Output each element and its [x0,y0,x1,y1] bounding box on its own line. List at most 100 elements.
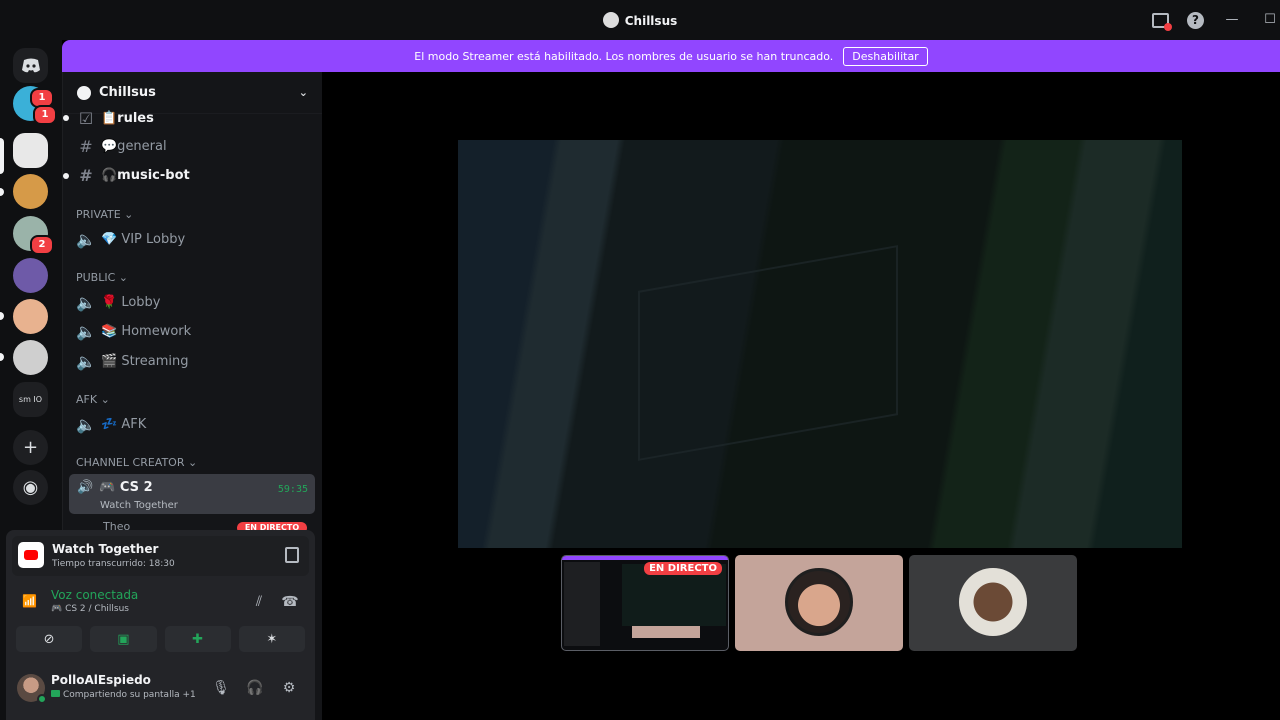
soundboard-button[interactable]: ✶ [238,626,305,652]
server-initials: IO [33,395,43,404]
server-icon[interactable] [13,174,48,209]
username[interactable]: PolloAlEspiedo [51,673,151,687]
title-bar-controls: ? — ☐ [1134,10,1280,31]
participant-avatar [959,568,1027,636]
category-afk[interactable]: AFK ⌄ [76,393,110,406]
hash-icon: # [79,136,93,156]
add-server-icon[interactable]: + [13,430,48,465]
unread-indicator [63,115,69,121]
microphone-icon[interactable]: 🎙 [212,680,230,698]
selected-pill [0,138,4,174]
headphones-icon[interactable]: 🎧 [246,680,264,698]
voice-timer: 59:35 [277,484,308,495]
user-panel: Watch Together Tiempo transcurrido: 18:3… [6,530,315,720]
user-status: Compartiendo su pantalla +1 [51,690,196,700]
speaker-icon: 🔈 [76,229,96,249]
mention-badge: 2 [30,235,54,255]
channel-label: 💬general [101,138,167,154]
channel-label: 💎 VIP Lobby [101,231,186,247]
channel-label: 💤 AFK [101,416,147,432]
window-title: Chillsus [0,12,1280,28]
screen-share-tile[interactable]: EN DIRECTO [561,555,729,651]
speaker-active-icon: 🔊 [77,480,94,495]
activities-button[interactable]: ✚ [164,626,231,652]
voice-channel-activity: Watch Together [100,500,178,511]
maximize-icon[interactable]: ☐ [1260,10,1280,30]
server-name: Chillsus [99,85,156,100]
channel-label: 🎧music-bot [101,167,190,183]
category-public[interactable]: PUBLIC ⌄ [76,271,128,284]
discord-home-button[interactable] [13,48,48,83]
rules-channel-icon: ☑ [78,108,94,128]
participant-avatar [785,568,853,636]
speaker-icon: 🔈 [76,321,96,341]
unread-indicator [63,173,69,179]
category-private[interactable]: PRIVATE ⌄ [76,208,133,221]
channel-label: 🌹 Lobby [101,294,161,310]
channel-general[interactable]: # 💬general [75,134,167,158]
server-avatar-icon [602,12,619,28]
stream-video[interactable] [458,140,1182,548]
activity-elapsed: Tiempo transcurrido: 18:30 [52,559,175,569]
banner-text: El modo Streamer está habilitado. Los no… [414,49,834,63]
voice-channel-lobby[interactable]: 🔈 🌹 Lobby [75,290,160,314]
voice-channel-vip-lobby[interactable]: 🔈 💎 VIP Lobby [75,227,185,251]
server-folder[interactable]: sm IO [13,382,48,417]
tile-banner [562,556,728,560]
settings-gear-icon[interactable]: ⚙ [280,680,298,698]
streamer-mode-banner: El modo Streamer está habilitado. Los no… [62,40,1280,72]
unread-pill [0,188,4,196]
participant-tile[interactable] [909,555,1077,651]
activity-card[interactable]: Watch Together Tiempo transcurrido: 18:3… [12,536,309,576]
voice-channel-name: 🔊 🎮 CS 2 [77,480,153,495]
minimize-icon[interactable]: — [1222,10,1242,30]
server-initials: sm [18,395,31,404]
channel-label: 📋rules [101,110,154,126]
speaker-icon: 🔈 [76,414,96,434]
user-avatar[interactable] [17,674,47,704]
tile-mini-preview [632,626,700,638]
server-icon[interactable] [13,258,48,293]
inbox-icon[interactable] [1152,12,1172,31]
discord-logo-icon [21,58,40,72]
status-online-icon [37,694,47,704]
speaker-icon: 🔈 [76,351,96,371]
server-boost-icon [77,85,91,100]
window-title-text: Chillsus [624,14,678,28]
camera-off-button[interactable]: ⊘ [16,626,83,652]
activity-popout-icon[interactable] [285,547,299,563]
disconnect-icon[interactable]: ☎ [281,594,299,612]
voice-channel-homework[interactable]: 🔈 📚 Homework [75,319,191,343]
explore-icon[interactable]: ◉ [13,470,48,505]
help-icon[interactable]: ? [1187,11,1204,29]
youtube-icon [18,542,44,568]
account-row: PolloAlEspiedo Compartiendo su pantalla … [6,670,315,710]
server-chillsus[interactable] [13,133,48,168]
server-icon[interactable] [13,299,48,334]
voice-channel-afk[interactable]: 🔈 💤 AFK [75,412,146,436]
voice-channel-streaming[interactable]: 🔈 🎬 Streaming [75,349,188,373]
participant-tile[interactable] [735,555,903,651]
voice-connection-channel[interactable]: 🎮 CS 2 / Chillsus [51,604,129,614]
signal-icon: 📶 [22,594,37,608]
channel-label: 🎬 Streaming [101,353,189,369]
unread-pill [0,312,4,320]
category-channel-creator[interactable]: CHANNEL CREATOR ⌄ [76,456,197,469]
mention-badge: 1 [33,105,57,125]
tile-sidebar-preview [564,562,600,646]
screen-share-button[interactable]: ▣ [90,626,157,652]
server-icon[interactable] [13,340,48,375]
disable-streamer-button[interactable]: Deshabilitar [843,46,928,66]
channel-rules[interactable]: ☑ 📋rules [75,106,154,130]
title-bar: Chillsus ? — ☐ [0,0,1280,40]
live-badge: EN DIRECTO [644,562,722,575]
noise-suppression-icon[interactable]: ⫽ [250,594,268,612]
voice-channel-cs2[interactable]: 🔊 🎮 CS 2 Watch Together 59:35 [69,474,315,514]
channel-music-bot[interactable]: # 🎧music-bot [75,163,190,187]
call-stage: EN DIRECTO [322,72,1280,720]
hash-icon: # [79,165,93,185]
video-content [638,245,898,461]
chevron-down-icon: ⌄ [298,86,308,99]
voice-connected-label[interactable]: Voz conectada [51,588,138,602]
screen-share-icon [51,690,60,697]
